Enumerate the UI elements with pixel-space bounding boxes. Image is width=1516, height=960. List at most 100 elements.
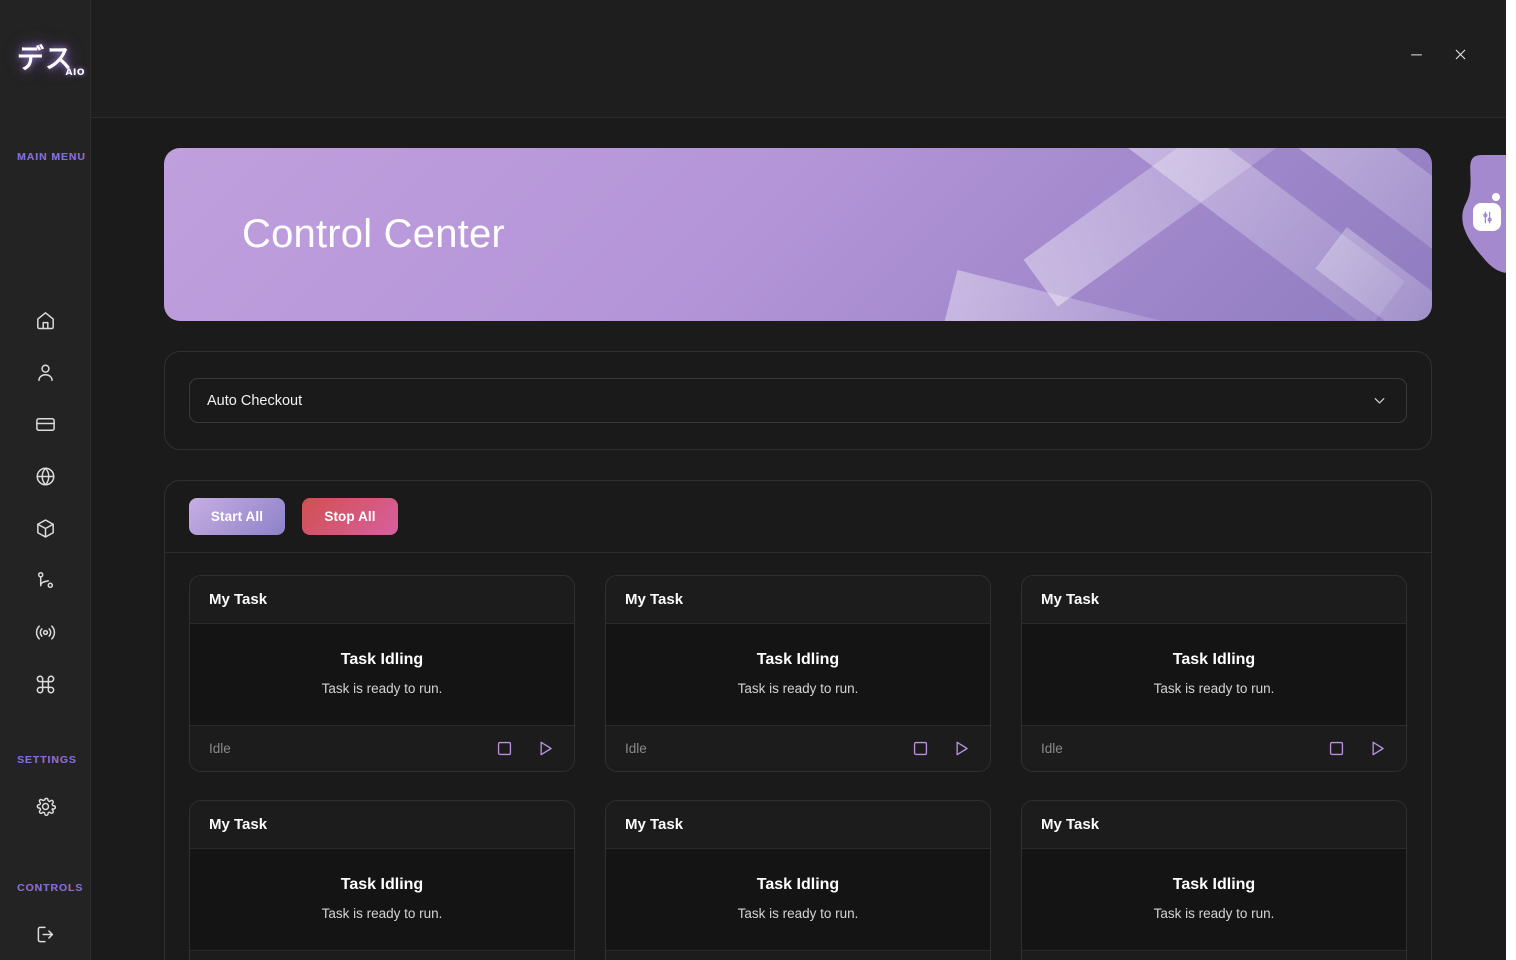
task-state: Task Idling — [1172, 651, 1256, 668]
sidebar-item-shortcuts[interactable] — [16, 658, 74, 710]
stop-all-button[interactable]: Stop All — [302, 498, 398, 535]
task-card-body: Task Idling Task is ready to run. — [190, 849, 574, 950]
task-actions — [492, 737, 557, 761]
banner-stripe-4 — [944, 269, 1205, 321]
minimize-button[interactable] — [1398, 38, 1434, 70]
task-description: Task is ready to run. — [321, 906, 443, 921]
sliders-icon — [1473, 203, 1501, 231]
play-icon — [539, 741, 552, 756]
window-titlebar — [91, 0, 1506, 118]
close-button[interactable] — [1442, 38, 1478, 70]
user-icon — [37, 363, 53, 381]
app-window: デス AIO MAIN MENU SETTINGS CONTROLS Contr… — [0, 0, 1506, 960]
task-card-body: Task Idling Task is ready to run. — [190, 624, 574, 725]
mode-select[interactable]: Auto Checkout — [189, 378, 1407, 423]
task-card-header: My Task — [1022, 801, 1406, 849]
task-card-footer: Idle — [1022, 950, 1406, 960]
task-status: Idle — [209, 741, 231, 756]
banner-stripe-3 — [1023, 148, 1301, 307]
quick-settings-tab[interactable] — [1448, 155, 1506, 273]
task-state: Task Idling — [340, 876, 424, 893]
task-play-button[interactable] — [1365, 737, 1389, 761]
task-state: Task Idling — [756, 876, 840, 893]
sidebar-item-home[interactable] — [16, 294, 74, 346]
task-card-footer: Idle — [606, 950, 990, 960]
sidebar-section-settings: SETTINGS — [17, 754, 77, 766]
gear-icon — [36, 797, 56, 816]
task-description: Task is ready to run. — [737, 906, 859, 921]
sidebar-item-proxies[interactable] — [16, 450, 74, 502]
task-play-button[interactable] — [533, 737, 557, 761]
command-icon — [36, 675, 54, 693]
task-title: My Task — [209, 591, 268, 608]
task-card-body: Task Idling Task is ready to run. — [606, 849, 990, 950]
task-card[interactable]: My Task Task Idling Task is ready to run… — [1021, 800, 1407, 960]
close-icon — [1455, 49, 1465, 59]
task-card-body: Task Idling Task is ready to run. — [606, 624, 990, 725]
mode-select-panel: Auto Checkout — [164, 351, 1432, 450]
sidebar-item-logout[interactable] — [16, 908, 74, 960]
task-card[interactable]: My Task Task Idling Task is ready to run… — [189, 800, 575, 960]
stop-square-icon — [1329, 741, 1343, 756]
banner-stripe-5 — [1315, 227, 1432, 321]
play-icon — [1371, 741, 1384, 756]
tasks-panel: Start All Stop All My Task Task Idling T… — [164, 480, 1432, 960]
task-status: Idle — [625, 741, 647, 756]
stop-square-icon — [913, 741, 927, 756]
task-stop-button[interactable] — [908, 737, 932, 761]
task-description: Task is ready to run. — [1153, 906, 1275, 921]
task-card[interactable]: My Task Task Idling Task is ready to run… — [1021, 575, 1407, 772]
start-all-button[interactable]: Start All — [189, 498, 285, 535]
sidebar-section-main-menu: MAIN MENU — [17, 151, 86, 163]
task-card[interactable]: My Task Task Idling Task is ready to run… — [189, 575, 575, 772]
app-logo[interactable]: デス AIO — [0, 0, 90, 118]
logo-subtext: AIO — [65, 67, 85, 78]
task-card-header: My Task — [190, 801, 574, 849]
task-description: Task is ready to run. — [1153, 681, 1275, 696]
sidebar-item-billing[interactable] — [16, 398, 74, 450]
task-state: Task Idling — [1172, 876, 1256, 893]
page-title: Control Center — [242, 212, 505, 256]
task-stop-button[interactable] — [492, 737, 516, 761]
task-card-header: My Task — [190, 576, 574, 624]
chevron-down-icon — [1371, 392, 1388, 409]
task-card[interactable]: My Task Task Idling Task is ready to run… — [605, 800, 991, 960]
git-branch-icon — [37, 571, 53, 588]
sidebar-item-products[interactable] — [16, 502, 74, 554]
task-state: Task Idling — [340, 651, 424, 668]
sidebar-section-controls: CONTROLS — [17, 882, 84, 894]
task-card-body: Task Idling Task is ready to run. — [1022, 624, 1406, 725]
task-actions — [1324, 737, 1389, 761]
task-play-button[interactable] — [949, 737, 973, 761]
tasks-toolbar: Start All Stop All — [165, 481, 1431, 553]
logout-icon — [37, 926, 53, 942]
task-card-footer: Idle — [190, 950, 574, 960]
task-description: Task is ready to run. — [737, 681, 859, 696]
banner-stripe-1 — [1194, 148, 1432, 251]
task-card-body: Task Idling Task is ready to run. — [1022, 849, 1406, 950]
minimize-icon — [1410, 53, 1422, 55]
task-title: My Task — [625, 816, 684, 833]
sidebar-item-profile[interactable] — [16, 346, 74, 398]
task-title: My Task — [1041, 591, 1100, 608]
sidebar-item-monitors[interactable] — [16, 606, 74, 658]
task-state: Task Idling — [756, 651, 840, 668]
sidebar-item-workflows[interactable] — [16, 554, 74, 606]
task-grid: My Task Task Idling Task is ready to run… — [165, 553, 1431, 960]
task-card[interactable]: My Task Task Idling Task is ready to run… — [605, 575, 991, 772]
home-icon — [36, 311, 54, 329]
main-area: Control Center Auto Checkout Start All S… — [91, 0, 1506, 960]
credit-card-icon — [35, 417, 55, 431]
task-card-header: My Task — [606, 576, 990, 624]
task-title: My Task — [625, 591, 684, 608]
task-title: My Task — [1041, 816, 1100, 833]
sidebar-item-settings[interactable] — [16, 780, 74, 832]
page-content: Control Center Auto Checkout Start All S… — [91, 118, 1506, 960]
task-card-footer: Idle — [1022, 725, 1406, 771]
sidebar: デス AIO MAIN MENU SETTINGS CONTROLS — [0, 0, 91, 960]
play-icon — [955, 741, 968, 756]
task-description: Task is ready to run. — [321, 681, 443, 696]
task-card-header: My Task — [606, 801, 990, 849]
broadcast-icon — [35, 624, 55, 640]
task-stop-button[interactable] — [1324, 737, 1348, 761]
